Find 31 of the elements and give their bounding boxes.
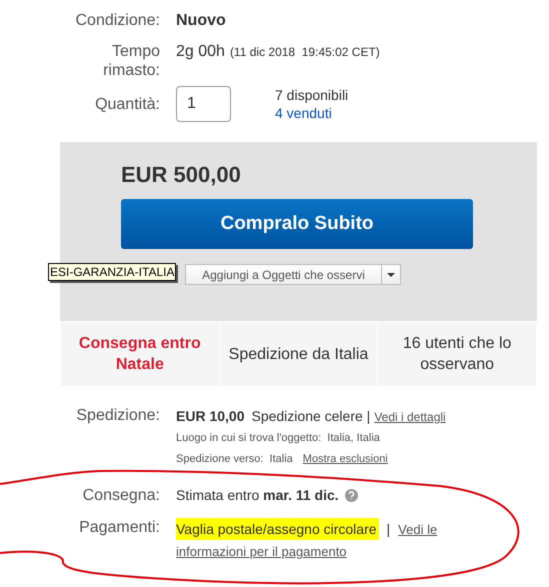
buy-now-button[interactable]: Compralo Subito — [121, 199, 473, 249]
field-label: Condizione: — [76, 11, 160, 30]
end-date: (11 dic 2018 19:45:02 CET) — [230, 44, 380, 61]
ships-to: Spedizione verso: Italia — [176, 452, 293, 466]
tooltip: ESI-GARANZIA-ITALIA — [48, 263, 176, 281]
feature-text: Spedizione da Italia — [228, 344, 368, 364]
time-left: 2g 00h — [176, 42, 225, 61]
field-label: Spedizione: — [76, 406, 160, 426]
help-icon[interactable] — [344, 489, 358, 502]
payment-info-link[interactable]: informazioni per il pagamento — [176, 541, 347, 563]
condition-value: Nuovo — [176, 11, 226, 30]
separator: | — [386, 520, 390, 539]
feature-text: Consegna entro Natale — [78, 334, 202, 375]
quantity-field[interactable]: 1 — [176, 86, 231, 122]
delivery-estimate: Stimata entro mar. 11 dic. — [176, 486, 339, 505]
field-label: Consegna: — [82, 486, 160, 505]
shipping-cost: EUR 10,00 — [176, 407, 244, 426]
field-label: Pagamenti: — [79, 518, 160, 538]
exclusions-link[interactable]: Mostra esclusioni — [302, 450, 388, 467]
price: EUR 500,00 — [121, 162, 242, 188]
available-count: 7 disponibili — [275, 86, 348, 104]
item-location: Luogo in cui si trova l'oggetto: Italia, Italia — [176, 431, 381, 446]
feature-text: 16 utenti che lo osservano — [402, 334, 512, 375]
details-link[interactable]: Vedi i dettagli — [374, 408, 446, 426]
field-label: Quantità: — [95, 94, 160, 114]
sold-link[interactable]: 4 venduti — [275, 104, 348, 122]
payment-info-link[interactable]: Vedi le — [398, 519, 438, 541]
caret-icon — [387, 272, 395, 276]
shipping-service: Spedizione celere | — [251, 407, 370, 426]
payment-method: Vaglia postale/assegno circolare — [176, 518, 379, 540]
field-label: Tempo rimasto: — [102, 42, 160, 80]
